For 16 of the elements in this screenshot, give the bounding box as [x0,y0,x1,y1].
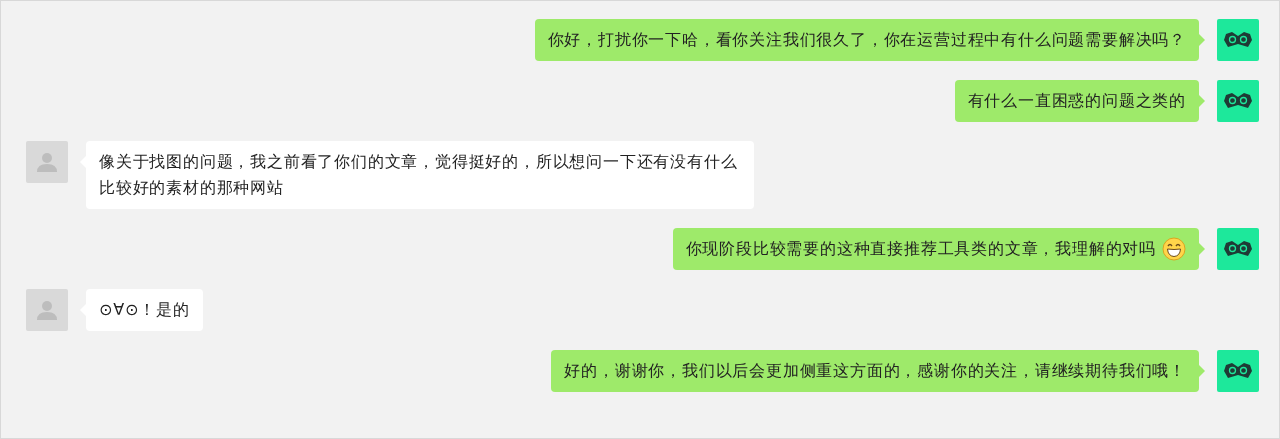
person-icon [37,152,57,172]
message-text: 像关于找图的问题，我之前看了你们的文章，觉得挺好的，所以想问一下还有没有什么比较好的素材的那种网站 [99,151,739,199]
owl-mask-icon [1224,241,1252,257]
message-text: 你好，打扰你一下哈，看你关注我们很久了，你在运营过程中有什么问题需要解决吗？ [547,29,1186,51]
message-text: 有什么一直困惑的问题之类的 [967,90,1186,112]
owl-mask-icon [1224,93,1252,109]
owl-mask-icon [1224,32,1252,48]
person-icon [37,300,57,320]
own-avatar[interactable] [1217,19,1259,61]
message-text: ⊙∀⊙！是的 [99,299,190,321]
own-avatar[interactable] [1217,350,1259,392]
own-avatar[interactable] [1217,228,1259,270]
message-text: 好的，谢谢你，我们以后会更加侧重这方面的，感谢你的关注，请继续期待我们哦！ [564,360,1186,382]
owl-mask-icon [1224,363,1252,379]
message-text: 你现阶段比较需要的这种直接推荐工具类的文章，我理解的对吗 [685,238,1156,260]
own-avatar[interactable] [1217,80,1259,122]
